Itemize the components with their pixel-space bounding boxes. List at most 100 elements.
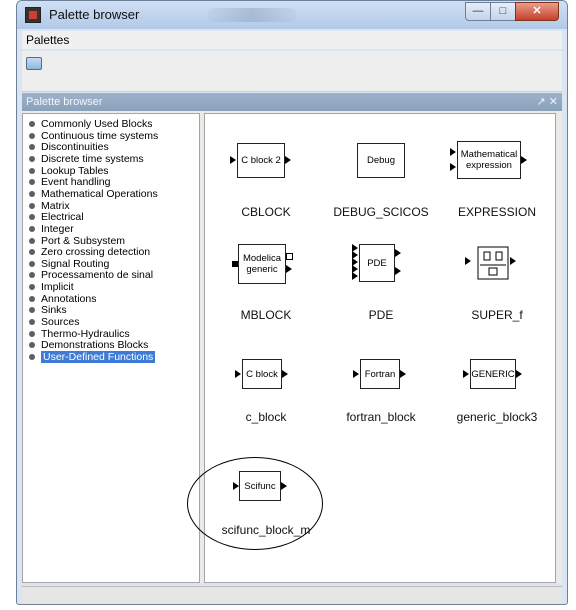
input-port	[235, 370, 241, 378]
tree-item[interactable]: Sources	[29, 316, 80, 328]
tree-item-label: Matrix	[41, 199, 70, 212]
bullet-icon	[29, 330, 35, 337]
maximize-button[interactable]: □	[490, 2, 516, 21]
tree-item[interactable]: Port & Subsystem	[29, 235, 125, 247]
tree-item[interactable]: Electrical	[29, 211, 84, 223]
block-name: generic_block3	[456, 410, 538, 424]
block-name: fortran_block	[346, 410, 416, 424]
block-pde[interactable]: PDE PDE	[322, 241, 440, 337]
panel-undock-close-icons[interactable]: ↗ ✕	[537, 93, 559, 111]
bullet-icon	[29, 121, 35, 127]
tree-item-label: Electrical	[41, 211, 84, 224]
bullet-icon	[29, 155, 35, 162]
bullet-icon	[29, 179, 35, 186]
block-name: c_block	[245, 410, 287, 424]
block-fortran-block[interactable]: Fortran fortran_block	[322, 356, 440, 452]
block-c-block[interactable]: C block c_block	[207, 356, 325, 452]
output-port	[285, 156, 291, 164]
tree-item[interactable]: Signal Routing	[29, 258, 109, 270]
tree-item[interactable]: Demonstrations Blocks	[29, 339, 148, 351]
tree-item[interactable]: Mathematical Operations	[29, 188, 158, 200]
output-port	[286, 265, 292, 273]
minimize-button[interactable]: —	[465, 2, 491, 21]
folder-icon[interactable]	[26, 57, 42, 70]
block-icon: Fortran	[360, 359, 400, 389]
bullet-icon	[29, 307, 35, 314]
output-port	[510, 257, 516, 265]
block-name: EXPRESSION	[457, 205, 537, 219]
block-name: PDE	[368, 308, 394, 322]
block-debug-scicos[interactable]: Debug DEBUG_SCICOS	[322, 138, 440, 234]
status-bar	[22, 586, 562, 603]
output-port	[400, 370, 406, 378]
panel-header: Palette browser ↗ ✕	[22, 93, 562, 111]
bullet-icon	[29, 284, 35, 291]
tree-item-label: Sinks	[41, 304, 67, 317]
scilab-app-icon	[25, 7, 41, 23]
output-port	[395, 267, 401, 275]
block-super-f[interactable]: SUPER_f	[438, 241, 555, 337]
bullet-icon	[29, 295, 35, 302]
tree-item-label: Port & Subsystem	[41, 234, 126, 247]
menu-palettes[interactable]: Palettes	[22, 31, 562, 49]
block-name: MBLOCK	[240, 308, 292, 322]
tree-item-label: User-Defined Functions	[41, 351, 156, 363]
tree-item[interactable]: Event handling	[29, 176, 110, 188]
bullet-icon	[29, 202, 35, 209]
bullet-icon	[29, 272, 35, 279]
bullet-icon	[29, 237, 35, 244]
blurred-region	[207, 8, 297, 22]
tree-item[interactable]: Sinks	[29, 304, 67, 316]
tree-item-label: Lookup Tables	[41, 164, 109, 177]
tree-item[interactable]: Discontinuities	[29, 141, 109, 153]
highlight-circle	[187, 457, 323, 550]
tree-item[interactable]: Thermo-Hydraulics	[29, 328, 130, 340]
bullet-icon	[29, 342, 35, 349]
tree-item-label: Processamento de sinal	[41, 269, 154, 282]
tree-item[interactable]: Commonly Used Blocks	[29, 118, 152, 130]
panel-title: Palette browser	[26, 96, 103, 108]
input-port	[352, 272, 358, 280]
tree-item[interactable]: Annotations	[29, 293, 96, 305]
tree-item[interactable]: Discrete time systems	[29, 153, 144, 165]
close-button[interactable]: ✕	[515, 2, 559, 21]
input-port	[450, 163, 456, 171]
tree-item-label: Sources	[41, 316, 80, 329]
tree-item[interactable]: Implicit	[29, 281, 74, 293]
bullet-icon	[29, 354, 35, 360]
input-port	[450, 148, 456, 156]
output-port	[516, 370, 522, 378]
input-port	[463, 370, 469, 378]
bullet-icon	[29, 214, 35, 221]
block-icon: Debug	[357, 143, 405, 178]
bullet-icon	[29, 225, 35, 232]
block-icon: C block	[242, 359, 282, 389]
bullet-icon	[29, 144, 35, 151]
tree-item-label: Annotations	[41, 292, 97, 305]
tree-item[interactable]: Matrix	[29, 200, 70, 212]
tree-item[interactable]: Zero crossing detection	[29, 246, 150, 258]
title-bar[interactable]: Palette browser — □ ✕	[17, 1, 567, 29]
block-cblock[interactable]: C block 2 CBLOCK	[207, 138, 325, 234]
bullet-icon	[29, 167, 35, 174]
block-expression[interactable]: Mathematical expression EXPRESSION	[438, 138, 555, 234]
window-title: Palette browser	[49, 7, 140, 22]
block-mblock[interactable]: Modelica generic MBLOCK	[207, 241, 325, 337]
tree-item[interactable]: Processamento de sinal	[29, 269, 153, 281]
tree-item[interactable]: Integer	[29, 223, 74, 235]
block-icon: Modelica generic	[238, 244, 286, 284]
block-icon: C block 2	[237, 143, 285, 178]
toolbar	[22, 51, 562, 92]
output-port	[286, 253, 293, 260]
bullet-icon	[29, 260, 35, 267]
tree-item[interactable]: User-Defined Functions	[29, 351, 156, 363]
tree-item-label: Signal Routing	[41, 257, 110, 270]
block-generic-block3[interactable]: GENERIC generic_block3	[438, 356, 555, 452]
block-name: DEBUG_SCICOS	[333, 205, 429, 219]
tree-item-label: Event handling	[41, 176, 111, 189]
tree-item[interactable]: Lookup Tables	[29, 165, 109, 177]
block-name: CBLOCK	[241, 205, 291, 219]
palette-tree: Commonly Used Blocks Continuous time syst…	[22, 113, 200, 583]
tree-item-label: Zero crossing detection	[41, 246, 151, 259]
tree-item[interactable]: Continuous time systems	[29, 130, 158, 142]
